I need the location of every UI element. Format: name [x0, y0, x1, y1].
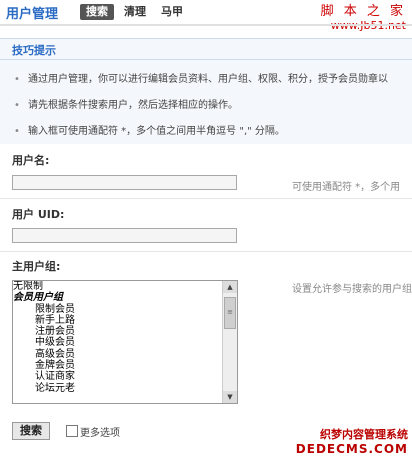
bullet-icon: •	[14, 74, 20, 85]
scroll-down-icon[interactable]: ▼	[223, 391, 237, 403]
watermark-bottom-line1: 织梦内容管理系统	[320, 428, 408, 441]
group-option[interactable]: 论坛元老	[13, 383, 237, 394]
group-option[interactable]: 中级会员	[13, 337, 237, 348]
tips-header: 技巧提示	[0, 38, 412, 60]
group-option-header: 会员用户组	[13, 292, 63, 304]
tip-item: • 输入框可使用通配符 *，多个值之间用半角逗号 "," 分隔。	[14, 122, 285, 137]
group-option[interactable]: 无限制	[13, 281, 237, 292]
scroll-thumb[interactable]: ≡	[224, 297, 236, 329]
tab-majia[interactable]: 马甲	[155, 4, 189, 20]
header-divider	[0, 24, 412, 26]
tab-search[interactable]: 搜索	[80, 4, 114, 20]
group-option[interactable]: 高级会员	[13, 349, 237, 360]
row-divider	[0, 251, 412, 252]
username-input[interactable]	[12, 175, 237, 190]
tab-clean[interactable]: 清理	[118, 4, 152, 20]
listbox-scrollbar[interactable]: ▲ ≡ ▼	[222, 281, 237, 403]
row-divider	[0, 198, 412, 199]
watermark-bottom: 织梦内容管理系统 DEDECMS.COM	[296, 426, 408, 456]
username-hint: 可使用通配符 *，多个用	[292, 182, 401, 193]
group-option[interactable]: 注册会员	[13, 326, 237, 337]
watermark-bottom-line2: DEDECMS.COM	[295, 442, 408, 456]
uid-input[interactable]	[12, 228, 237, 243]
group-listbox[interactable]: 无限制 会员用户组 限制会员 新手上路 注册会员 中级会员 高级会员 金牌会员 …	[12, 280, 238, 404]
uid-label: 用户 UID:	[12, 208, 65, 221]
more-options-checkbox[interactable]	[66, 425, 78, 437]
watermark-top: 脚 本 之 家 www.Jb51.net	[321, 0, 406, 32]
group-option[interactable]: 金牌会员	[13, 360, 237, 371]
group-option[interactable]: 限制会员	[13, 304, 237, 315]
page-header: 用户管理 搜索 清理 马甲 脚 本 之 家 www.Jb51.net	[0, 0, 412, 32]
tip-text: 输入框可使用通配符 *，多个值之间用半角逗号 "," 分隔。	[28, 126, 285, 137]
watermark-top-line1: 脚 本 之 家	[320, 4, 406, 19]
more-options-label[interactable]: 更多选项	[80, 424, 120, 439]
bullet-icon: •	[14, 126, 20, 137]
group-hint: 设置允许参与搜索的用户组	[292, 284, 412, 295]
tip-item: • 通过用户管理，你可以进行编辑会员资料、用户组、权限、积分，授予会员勋章以	[14, 70, 388, 85]
tip-item: • 请先根据条件搜索用户，然后选择相应的操作。	[14, 96, 238, 111]
bullet-icon: •	[14, 100, 20, 111]
tips-heading: 技巧提示	[12, 44, 56, 57]
group-label: 主用户组:	[12, 260, 61, 273]
username-label: 用户名:	[12, 154, 50, 167]
group-option[interactable]: 新手上路	[13, 315, 237, 326]
search-button[interactable]: 搜索	[12, 422, 50, 440]
tip-text: 通过用户管理，你可以进行编辑会员资料、用户组、权限、积分，授予会员勋章以	[28, 74, 388, 85]
scroll-up-icon[interactable]: ▲	[223, 281, 237, 293]
group-option[interactable]: 认证商家	[13, 371, 237, 382]
tips-panel: • 通过用户管理，你可以进行编辑会员资料、用户组、权限、积分，授予会员勋章以 • 请…	[0, 60, 412, 144]
page-title: 用户管理	[6, 7, 59, 22]
tip-text: 请先根据条件搜索用户，然后选择相应的操作。	[28, 100, 238, 111]
